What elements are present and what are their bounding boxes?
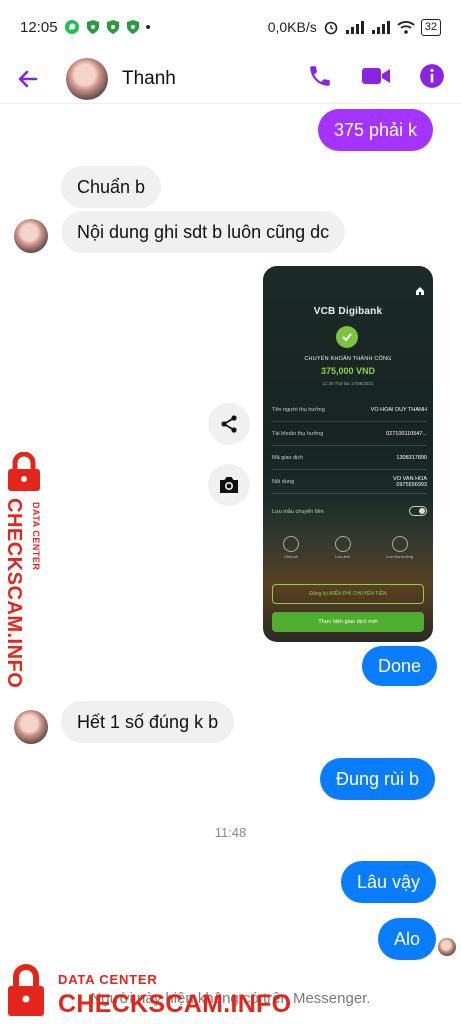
receipt-action-label: Lưu thụ hưởng <box>386 554 413 559</box>
chat-header: Thanh <box>0 54 461 104</box>
receipt-row-value: 1308317890 <box>396 454 427 461</box>
receipt-save-image-action: Lưu ảnh <box>334 536 351 559</box>
status-dot: • <box>145 18 151 36</box>
receipt-row: Lưu mẫu chuyển tiền <box>272 500 427 524</box>
receipt-row: Mã giao dịch 1308317890 <box>272 446 427 470</box>
message-bubble-incoming[interactable]: Nội dung ghi sdt b luôn cũng dc <box>61 211 346 253</box>
bank-transfer-receipt-image[interactable]: VCB Digibank CHUYỂN KHOẢN THÀNH CÔNG 375… <box>263 266 433 642</box>
shield-icon <box>86 19 100 35</box>
receipt-new-transaction-button: Thực hiện giao dịch mới <box>272 612 424 632</box>
battery-indicator: 32 <box>420 18 441 36</box>
receipt-row-value: 027100110547... <box>386 430 427 437</box>
receipt-row-label: Nội dung <box>272 478 295 485</box>
share-button[interactable] <box>208 403 250 445</box>
status-bar: 12:05 • 0,0KB/s 32 <box>0 0 461 54</box>
receipt-row: Nội dung VO VAN HOA 0975556993 <box>272 470 427 494</box>
receipt-row-value: VO HOAI DUY THANH <box>370 406 427 413</box>
back-arrow-icon <box>18 70 38 87</box>
info-icon[interactable] <box>419 63 445 94</box>
receipt-actions: Chia sẻ Lưu ảnh Lưu thụ hưởng <box>283 536 413 559</box>
status-time: 12:05 <box>20 18 58 36</box>
receipt-save-contact-action: Lưu thụ hưởng <box>386 536 413 559</box>
message-bubble-outgoing[interactable]: Alo <box>378 918 437 960</box>
camera-button[interactable] <box>208 464 250 506</box>
watermark-small-text: DATA CENTER <box>31 502 41 571</box>
receipt-row-label: Lưu mẫu chuyển tiền <box>272 509 324 515</box>
message-bubble-incoming[interactable]: Hết 1 số đúng k b <box>61 701 235 743</box>
shield-icon <box>106 19 120 35</box>
lock-icon <box>8 452 40 491</box>
receipt-datetime: 11:30 Thứ Ba 17/08/2021 <box>322 381 374 386</box>
receipt-status: CHUYỂN KHOẢN THÀNH CÔNG <box>304 356 392 362</box>
receipt-share-action: Chia sẻ <box>283 536 299 559</box>
message-bubble-outgoing[interactable]: Đung rùi b <box>320 758 436 800</box>
camera-icon <box>334 536 351 552</box>
share-icon <box>221 415 237 433</box>
share-icon <box>283 536 299 552</box>
contact-avatar[interactable] <box>66 57 108 100</box>
lock-icon <box>8 964 44 1016</box>
message-bubble-outgoing[interactable]: Done <box>362 646 438 686</box>
save-template-toggle <box>409 506 427 516</box>
receipt-amount: 375,000 VND <box>320 366 376 376</box>
watermark-bottom: DATA CENTER CHECKSCAM.INFO <box>0 962 300 1022</box>
read-receipt-avatar <box>438 938 456 956</box>
video-call-icon[interactable] <box>361 64 391 93</box>
message-bubble-outgoing[interactable]: 375 phải k <box>318 109 434 151</box>
receipt-row-value: VO VAN HOA 0975556993 <box>393 475 427 488</box>
receipt-row: Tên người thụ hưởng VO HOAI DUY THANH <box>272 398 427 422</box>
receipt-action-label: Lưu ảnh <box>335 554 350 559</box>
wifi-icon <box>397 20 415 34</box>
receipt-row-label: Mã giao dịch <box>272 454 304 461</box>
back-button[interactable] <box>16 61 52 97</box>
home-icon <box>416 287 424 295</box>
receipt-action-label: Chia sẻ <box>284 554 298 559</box>
watermark-big-text: CHECKSCAM.INFO <box>3 498 25 689</box>
watermark-big-text: CHECKSCAM.INFO <box>58 990 292 1018</box>
receipt-row-label: Tài khoản thụ hưởng <box>272 430 324 437</box>
contact-avatar-small[interactable] <box>14 710 48 744</box>
signal-icon <box>345 20 365 34</box>
alarm-icon <box>323 19 339 35</box>
message-bubble-outgoing[interactable]: Lâu vậy <box>341 861 437 903</box>
message-bubble-incoming[interactable]: Chuẩn b <box>61 166 162 208</box>
receipt-row: Tài khoản thụ hưởng 027100110547... <box>272 422 427 446</box>
watermark-side: DATA CENTER CHECKSCAM.INFO <box>0 452 60 688</box>
receipt-register-button: Đăng ký MIỄN PHÍ CHUYỂN TIỀN <box>272 584 424 604</box>
contact-icon <box>391 536 408 552</box>
success-check-icon <box>336 326 358 348</box>
contact-name[interactable]: Thanh <box>122 68 176 90</box>
contact-avatar-small[interactable] <box>14 219 48 253</box>
shield-icon <box>126 19 140 35</box>
camera-icon <box>220 477 238 493</box>
signal-icon <box>371 20 391 34</box>
receipt-row-label: Tên người thụ hưởng <box>272 406 325 413</box>
net-speed: 0,0KB/s <box>267 19 317 35</box>
timestamp-separator: 11:48 <box>214 825 247 840</box>
phone-call-icon[interactable] <box>307 63 333 94</box>
receipt-brand: VCB Digibank <box>313 306 383 317</box>
watermark-small-text: DATA CENTER <box>58 972 158 987</box>
whatsapp-icon <box>64 19 80 35</box>
